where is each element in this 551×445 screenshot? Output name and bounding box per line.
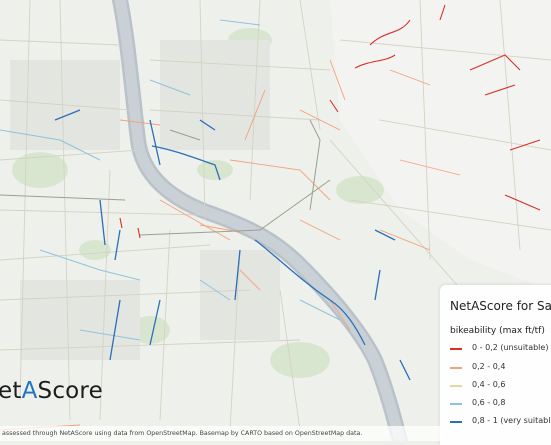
legend-item-label: 0 - 0,2 (unsuitable) <box>472 343 549 352</box>
legend-swatch <box>450 367 462 369</box>
legend-item-label: 0,6 - 0,8 <box>472 398 506 407</box>
legend-swatch <box>450 421 462 423</box>
legend-item-label: 0,2 - 0,4 <box>472 362 506 371</box>
legend-subtitle: bikeability (max ft/tf) <box>450 326 545 336</box>
legend-title: NetAScore for Salzb <box>450 299 551 313</box>
legend-item-label: 0,4 - 0,6 <box>472 380 506 389</box>
legend-swatch <box>450 403 462 405</box>
legend-swatch <box>450 348 462 350</box>
legend-item-label: 0,8 - 1 (very suitable <box>472 416 551 425</box>
logo-accent: A <box>21 378 38 404</box>
logo-suffix: Score <box>37 378 103 404</box>
legend-panel: NetAScore for Salzb bikeability (max ft/… <box>440 285 551 445</box>
map-attribution: assessed through NetAScore using data fr… <box>0 426 442 441</box>
netascore-logo: etAScore <box>0 378 103 404</box>
legend-swatch <box>450 385 462 387</box>
logo-prefix: et <box>0 378 22 404</box>
